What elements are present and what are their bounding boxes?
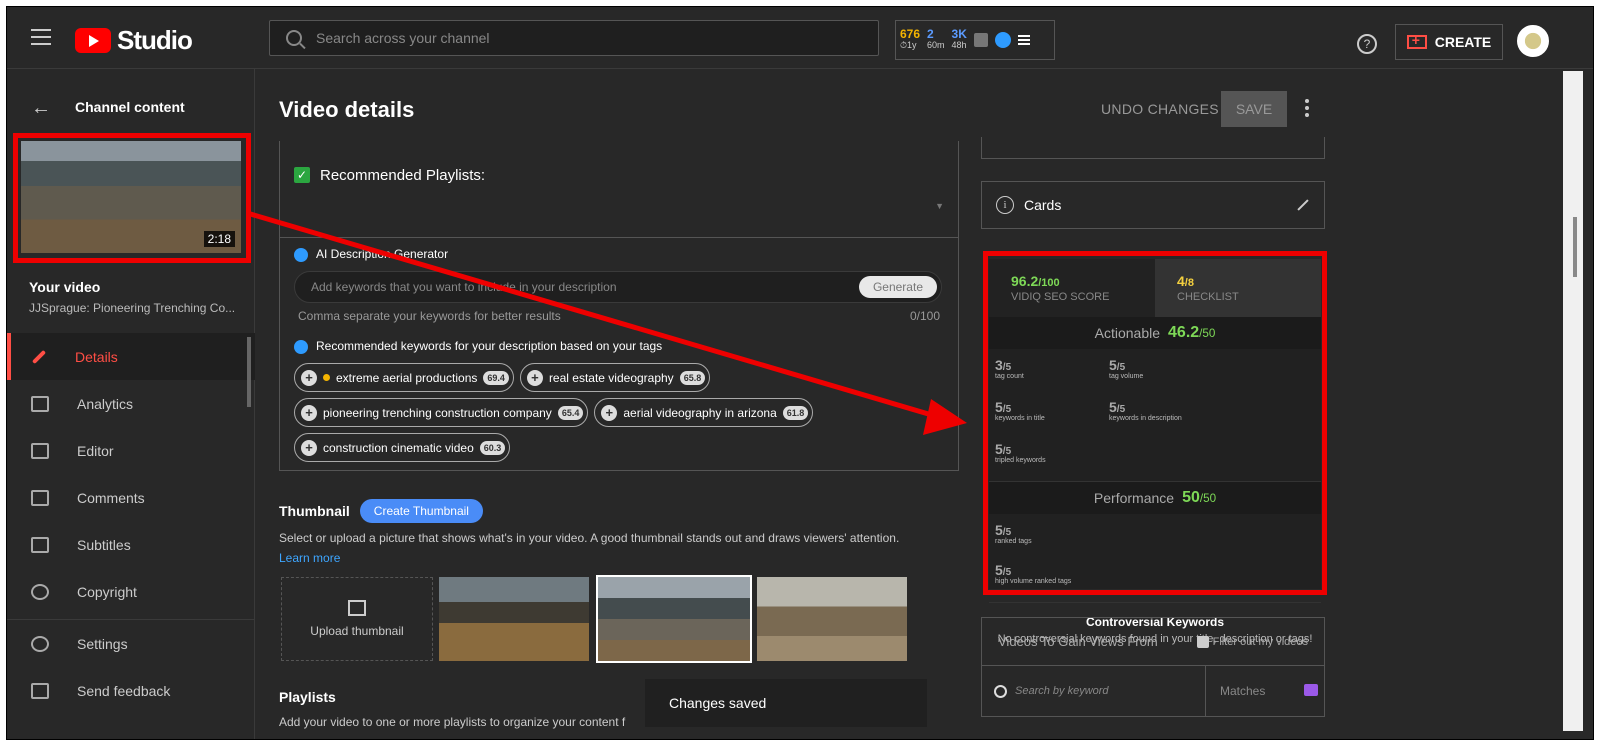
app-window: Studio 676 ⏱1y 2 60m 3K 48h ?	[6, 6, 1594, 740]
red-annotation-arrow	[246, 210, 967, 435]
arrow-head	[923, 399, 967, 435]
arrow-line	[246, 210, 943, 421]
